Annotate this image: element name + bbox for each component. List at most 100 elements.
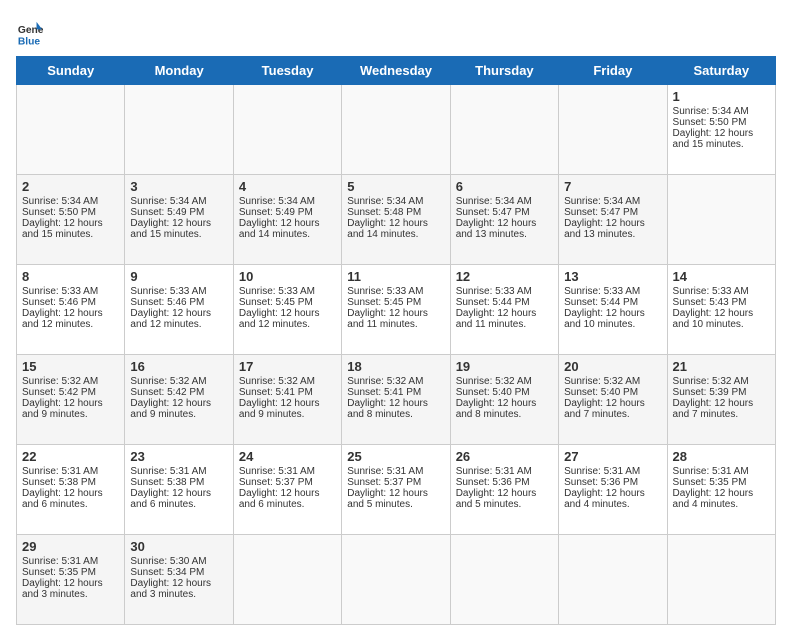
sunrise-text: Sunrise: 5:31 AM [239, 466, 336, 477]
sunset-text: Sunset: 5:40 PM [456, 387, 553, 398]
sunset-text: Sunset: 5:43 PM [673, 297, 770, 308]
daylight-text: Daylight: 12 hours and 9 minutes. [130, 398, 227, 420]
calendar-cell: 9Sunrise: 5:33 AMSunset: 5:46 PMDaylight… [125, 265, 233, 355]
sunrise-text: Sunrise: 5:33 AM [673, 286, 770, 297]
sunset-text: Sunset: 5:35 PM [22, 567, 119, 578]
sunset-text: Sunset: 5:42 PM [130, 387, 227, 398]
calendar-cell: 30 Sunrise: 5:30 AMSunset: 5:34 PMDayligh… [125, 535, 233, 625]
sunrise-text: Sunrise: 5:33 AM [347, 286, 444, 297]
daylight-text: Daylight: 12 hours and 15 minutes. [673, 128, 770, 150]
day-number: 28 [673, 449, 770, 464]
sunset-text: Sunset: 5:38 PM [130, 477, 227, 488]
daylight-text: Daylight: 12 hours and 5 minutes. [456, 488, 553, 510]
sunrise-text: Sunrise: 5:32 AM [673, 376, 770, 387]
calendar-cell: 19Sunrise: 5:32 AMSunset: 5:40 PMDayligh… [450, 355, 558, 445]
daylight-text: Daylight: 12 hours and 10 minutes. [673, 308, 770, 330]
sunrise-text: Sunrise: 5:34 AM [564, 196, 661, 207]
daylight-text: Daylight: 12 hours and 3 minutes. [130, 578, 227, 600]
sunrise-text: Sunrise: 5:31 AM [22, 556, 119, 567]
sunrise-text: Sunrise: 5:32 AM [22, 376, 119, 387]
sunset-text: Sunset: 5:46 PM [130, 297, 227, 308]
day-number: 26 [456, 449, 553, 464]
sunset-text: Sunset: 5:44 PM [456, 297, 553, 308]
sunrise-text: Sunrise: 5:34 AM [347, 196, 444, 207]
sunset-text: Sunset: 5:45 PM [347, 297, 444, 308]
calendar-cell [667, 175, 775, 265]
calendar-cell [233, 535, 341, 625]
day-number: 24 [239, 449, 336, 464]
calendar-cell: 1Sunrise: 5:34 AMSunset: 5:50 PMDaylight… [667, 85, 775, 175]
sunset-text: Sunset: 5:49 PM [130, 207, 227, 218]
sunset-text: Sunset: 5:47 PM [456, 207, 553, 218]
calendar-cell: 16Sunrise: 5:32 AMSunset: 5:42 PMDayligh… [125, 355, 233, 445]
sunset-text: Sunset: 5:37 PM [239, 477, 336, 488]
calendar-cell: 2Sunrise: 5:34 AMSunset: 5:50 PMDaylight… [17, 175, 125, 265]
sunset-text: Sunset: 5:45 PM [239, 297, 336, 308]
day-number: 9 [130, 269, 227, 284]
sunrise-text: Sunrise: 5:34 AM [673, 106, 770, 117]
calendar-cell: 5Sunrise: 5:34 AMSunset: 5:48 PMDaylight… [342, 175, 450, 265]
calendar-cell: 12Sunrise: 5:33 AMSunset: 5:44 PMDayligh… [450, 265, 558, 355]
sunset-text: Sunset: 5:48 PM [347, 207, 444, 218]
calendar-cell [342, 85, 450, 175]
day-number: 7 [564, 179, 661, 194]
daylight-text: Daylight: 12 hours and 6 minutes. [130, 488, 227, 510]
calendar-cell: 17Sunrise: 5:32 AMSunset: 5:41 PMDayligh… [233, 355, 341, 445]
day-number: 21 [673, 359, 770, 374]
calendar-cell: 8Sunrise: 5:33 AMSunset: 5:46 PMDaylight… [17, 265, 125, 355]
sunrise-text: Sunrise: 5:32 AM [130, 376, 227, 387]
sunrise-text: Sunrise: 5:32 AM [564, 376, 661, 387]
day-number: 19 [456, 359, 553, 374]
calendar-cell [667, 535, 775, 625]
day-number: 25 [347, 449, 444, 464]
day-number: 4 [239, 179, 336, 194]
daylight-text: Daylight: 12 hours and 4 minutes. [564, 488, 661, 510]
daylight-text: Daylight: 12 hours and 14 minutes. [239, 218, 336, 240]
sunset-text: Sunset: 5:47 PM [564, 207, 661, 218]
day-number: 12 [456, 269, 553, 284]
daylight-text: Daylight: 12 hours and 9 minutes. [239, 398, 336, 420]
day-number: 10 [239, 269, 336, 284]
sunset-text: Sunset: 5:35 PM [673, 477, 770, 488]
calendar-table: SundayMondayTuesdayWednesdayThursdayFrid… [16, 56, 776, 625]
sunrise-text: Sunrise: 5:34 AM [22, 196, 119, 207]
sunset-text: Sunset: 5:36 PM [456, 477, 553, 488]
daylight-text: Daylight: 12 hours and 4 minutes. [673, 488, 770, 510]
daylight-text: Daylight: 12 hours and 11 minutes. [347, 308, 444, 330]
calendar-cell: 4Sunrise: 5:34 AMSunset: 5:49 PMDaylight… [233, 175, 341, 265]
sunset-text: Sunset: 5:34 PM [130, 567, 227, 578]
calendar-cell [17, 85, 125, 175]
day-of-week-header: Sunday [17, 57, 125, 85]
day-number: 2 [22, 179, 119, 194]
day-number: 30 [130, 539, 227, 554]
day-number: 20 [564, 359, 661, 374]
sunset-text: Sunset: 5:42 PM [22, 387, 119, 398]
sunrise-text: Sunrise: 5:33 AM [239, 286, 336, 297]
sunrise-text: Sunrise: 5:30 AM [130, 556, 227, 567]
day-number: 29 [22, 539, 119, 554]
calendar-cell: 23Sunrise: 5:31 AMSunset: 5:38 PMDayligh… [125, 445, 233, 535]
calendar-cell: 18Sunrise: 5:32 AMSunset: 5:41 PMDayligh… [342, 355, 450, 445]
sunrise-text: Sunrise: 5:33 AM [456, 286, 553, 297]
calendar-cell [450, 85, 558, 175]
sunset-text: Sunset: 5:46 PM [22, 297, 119, 308]
daylight-text: Daylight: 12 hours and 13 minutes. [456, 218, 553, 240]
day-number: 18 [347, 359, 444, 374]
calendar-cell: 26Sunrise: 5:31 AMSunset: 5:36 PMDayligh… [450, 445, 558, 535]
day-of-week-header: Wednesday [342, 57, 450, 85]
daylight-text: Daylight: 12 hours and 7 minutes. [673, 398, 770, 420]
sunset-text: Sunset: 5:36 PM [564, 477, 661, 488]
sunset-text: Sunset: 5:39 PM [673, 387, 770, 398]
svg-text:Blue: Blue [18, 36, 41, 47]
day-number: 6 [456, 179, 553, 194]
sunset-text: Sunset: 5:41 PM [347, 387, 444, 398]
sunset-text: Sunset: 5:49 PM [239, 207, 336, 218]
sunset-text: Sunset: 5:40 PM [564, 387, 661, 398]
day-number: 14 [673, 269, 770, 284]
sunset-text: Sunset: 5:41 PM [239, 387, 336, 398]
daylight-text: Daylight: 12 hours and 7 minutes. [564, 398, 661, 420]
day-number: 11 [347, 269, 444, 284]
day-of-week-header: Tuesday [233, 57, 341, 85]
calendar-cell: 20 Sunrise: 5:32 AMSunset: 5:40 PMDayligh… [559, 355, 667, 445]
logo: General Blue [16, 20, 48, 48]
